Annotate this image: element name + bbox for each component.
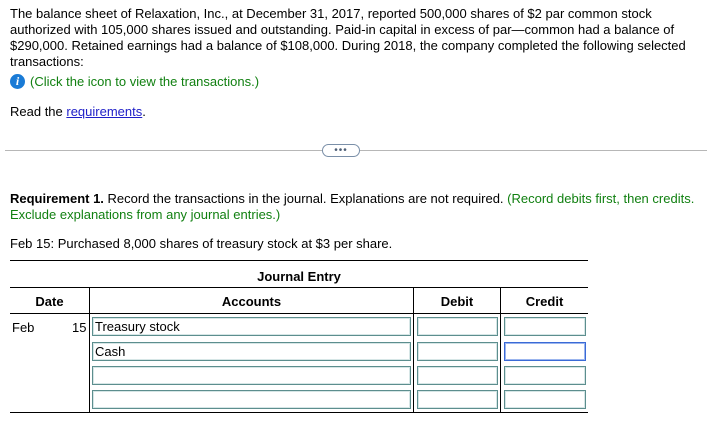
credit-field-4[interactable] [504, 390, 586, 409]
debit-field-1[interactable] [417, 317, 498, 336]
info-line: i (Click the icon to view the transactio… [10, 74, 259, 89]
debit-field-2[interactable] [417, 342, 498, 361]
date-header: Date [35, 294, 64, 309]
debit-field-4[interactable] [417, 390, 498, 409]
account-input-2[interactable] [93, 343, 410, 360]
debit-field-3[interactable] [417, 366, 498, 385]
transaction-text: Feb 15: Purchased 8,000 shares of treasu… [10, 236, 393, 251]
read-suffix: . [142, 104, 146, 119]
credit-input-4[interactable] [505, 391, 585, 408]
requirements-link[interactable]: requirements [66, 104, 142, 119]
header-top-rule [10, 287, 588, 288]
debit-input-1[interactable] [418, 318, 497, 335]
account-field-2[interactable] [92, 342, 411, 361]
read-requirements: Read the requirements. [10, 104, 146, 119]
read-prefix: Read the [10, 104, 67, 119]
problem-intro: The balance sheet of Relaxation, Inc., a… [10, 6, 686, 69]
date-day: 15 [72, 320, 87, 335]
table-bottom-rule [10, 412, 588, 413]
expand-button[interactable]: ••• [322, 144, 360, 157]
debit-header: Debit [440, 294, 474, 309]
credit-field-1[interactable] [504, 317, 586, 336]
journal-title-bar: Journal Entry [10, 260, 588, 288]
account-field-4[interactable] [92, 390, 411, 409]
account-input-4[interactable] [93, 391, 410, 408]
header-bottom-rule [10, 313, 588, 314]
journal-title: Journal Entry [257, 269, 341, 284]
date-month: Feb [12, 320, 35, 335]
credit-input-2[interactable] [505, 343, 585, 360]
credit-header: Credit [525, 294, 564, 309]
account-input-3[interactable] [93, 367, 410, 384]
credit-input-1[interactable] [505, 318, 585, 335]
info-text: (Click the icon to view the transactions… [30, 74, 260, 89]
credit-field-3[interactable] [504, 366, 586, 385]
credit-input-3[interactable] [505, 367, 585, 384]
debit-input-4[interactable] [418, 391, 497, 408]
debit-input-3[interactable] [418, 367, 497, 384]
requirement-text: Requirement 1. Record the transactions i… [10, 191, 705, 223]
requirement-body: Record the transactions in the journal. … [103, 191, 504, 206]
accounts-header: Accounts [221, 294, 282, 309]
debit-input-2[interactable] [418, 343, 497, 360]
account-field-3[interactable] [92, 366, 411, 385]
account-input-1[interactable] [93, 318, 410, 335]
account-field-1[interactable] [92, 317, 411, 336]
info-icon[interactable]: i [10, 74, 25, 89]
requirement-label: Requirement 1. [10, 191, 104, 206]
credit-field-2[interactable] [504, 342, 586, 361]
